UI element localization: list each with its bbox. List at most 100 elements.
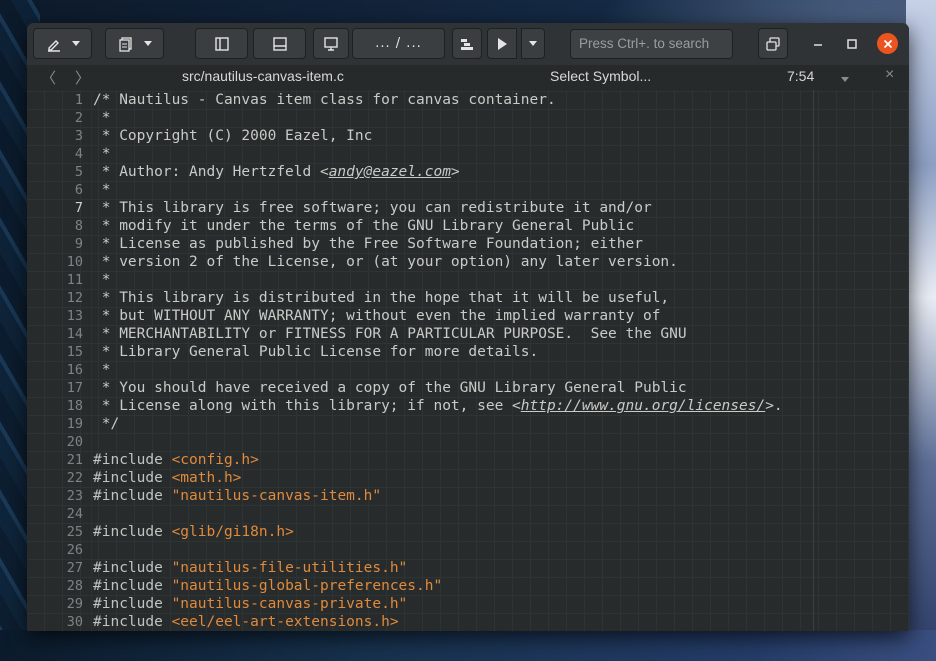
headerbar: ... / ... Press Ctrl+. to search xyxy=(27,23,909,66)
pencil-icon xyxy=(47,39,60,52)
line-number: 6 xyxy=(74,182,83,198)
code-link[interactable]: andy@eazel.com xyxy=(329,164,451,180)
line-number: 16 xyxy=(66,362,83,378)
line-number: 29 xyxy=(66,596,83,612)
code-token: */ xyxy=(93,416,120,432)
code-token: #include xyxy=(93,488,172,504)
chevron-down-icon xyxy=(143,41,152,46)
code-token: /* Nautilus - Canvas item class for canv… xyxy=(93,92,556,108)
toggle-bottom-panel-button[interactable] xyxy=(253,28,306,59)
code-text: * xyxy=(93,181,111,199)
chevron-down-icon xyxy=(841,77,849,82)
code-token: * This library is distributed in the hop… xyxy=(93,290,670,306)
line-number: 30 xyxy=(66,614,83,630)
code-link[interactable]: http://www.gnu.org/licenses/ xyxy=(521,398,765,414)
line-number: 8 xyxy=(74,218,83,234)
source-editor[interactable]: 1 /* Nautilus - Canvas item class for can… xyxy=(27,90,909,631)
line-number: 28 xyxy=(66,578,83,594)
code-token: >. xyxy=(765,398,783,414)
code-token: * xyxy=(93,272,111,288)
code-text: #include <config.h> xyxy=(93,451,259,469)
code-text: * This library is distributed in the hop… xyxy=(93,289,669,307)
code-token: * version 2 of the License, or (at your … xyxy=(93,254,678,270)
line-number: 22 xyxy=(66,470,83,486)
perspective-menu-button[interactable] xyxy=(33,28,92,59)
line-number: 5 xyxy=(74,164,83,180)
documents-menu-button[interactable] xyxy=(105,28,164,59)
code-token: <eel/eel-art-extensions.h> xyxy=(171,614,399,630)
line-number: 23 xyxy=(66,488,83,504)
code-token: #include xyxy=(93,614,172,630)
code-token: * This library is free software; you can… xyxy=(93,200,652,216)
code-token: #include xyxy=(93,560,172,576)
minimize-button[interactable] xyxy=(808,34,828,54)
line-number: 10 xyxy=(66,254,83,270)
line-number: 4 xyxy=(74,146,83,162)
code-token: * modify it under the terms of the GNU L… xyxy=(93,218,635,234)
wallpaper-right xyxy=(906,0,936,661)
cursor-position: 7:54 xyxy=(787,68,815,84)
left-panel-icon xyxy=(214,36,229,51)
code-token: <math.h> xyxy=(171,470,242,486)
line-number: 18 xyxy=(66,398,83,414)
line-number: 17 xyxy=(66,380,83,396)
code-token: #include xyxy=(93,452,172,468)
wallpaper-bottom xyxy=(0,630,936,661)
run-button[interactable] xyxy=(487,28,517,59)
maximize-button[interactable] xyxy=(842,34,862,54)
document-tabbar: 〈 〉 src/nautilus-canvas-item.c Select Sy… xyxy=(27,65,909,90)
line-number: 13 xyxy=(66,308,83,324)
line-number: 20 xyxy=(66,434,83,450)
code-text: * but WITHOUT ANY WARRANTY; without even… xyxy=(93,307,661,325)
code-token: * xyxy=(93,110,111,126)
breadcrumb-button[interactable]: ... / ... xyxy=(352,28,445,59)
code-token: "nautilus-canvas-private.h" xyxy=(171,596,408,612)
close-window-button[interactable] xyxy=(877,33,898,54)
toggle-left-panel-button[interactable] xyxy=(195,28,248,59)
build-button[interactable] xyxy=(452,28,482,59)
code-text: * MERCHANTABILITY or FITNESS FOR A PARTI… xyxy=(93,325,687,343)
line-number: 7 xyxy=(74,200,83,216)
code-text: * You should have received a copy of the… xyxy=(93,379,687,397)
device-button[interactable] xyxy=(313,28,349,59)
monitor-icon xyxy=(324,36,338,51)
line-number: 3 xyxy=(74,128,83,144)
code-text: * xyxy=(93,361,111,379)
line-number: 21 xyxy=(66,452,83,468)
code-text: #include <glib/gi18n.h> xyxy=(93,523,294,541)
code-token: * Copyright (C) 2000 Eazel, Inc xyxy=(93,128,373,144)
line-number: 1 xyxy=(74,92,83,108)
code-token: > xyxy=(450,164,460,180)
code-text: * License as published by the Free Softw… xyxy=(93,235,643,253)
code-token: * xyxy=(93,146,111,162)
window-switch-button[interactable] xyxy=(758,28,788,59)
minimize-icon xyxy=(814,44,822,46)
back-button[interactable]: 〈 xyxy=(41,67,56,88)
line-number: 24 xyxy=(66,506,83,522)
builder-window: ... / ... Press Ctrl+. to search 〈 〉 src… xyxy=(27,23,909,631)
forward-button[interactable]: 〉 xyxy=(75,67,90,88)
code-text: #include "nautilus-canvas-item.h" xyxy=(93,487,381,505)
symbol-selector[interactable]: Select Symbol... xyxy=(550,68,651,84)
chevron-down-icon xyxy=(529,41,537,46)
bottom-panel-icon xyxy=(272,36,287,51)
chevron-down-icon xyxy=(71,41,80,46)
code-text: #include "nautilus-canvas-private.h" xyxy=(93,595,407,613)
code-token: #include xyxy=(93,470,172,486)
code-text: * xyxy=(93,109,111,127)
line-number: 12 xyxy=(66,290,83,306)
build-icon xyxy=(461,38,473,50)
documents-icon xyxy=(118,36,132,52)
code-text: */ xyxy=(93,415,119,433)
code-token: * Library General Public License for mor… xyxy=(93,344,539,360)
close-document-button[interactable]: × xyxy=(885,66,894,84)
line-number: 25 xyxy=(66,524,83,540)
code-token: * Author: Andy Hertzfeld < xyxy=(93,164,329,180)
code-token: * MERCHANTABILITY or FITNESS FOR A PARTI… xyxy=(93,326,687,342)
document-title[interactable]: src/nautilus-canvas-item.c xyxy=(182,68,344,84)
line-number: 26 xyxy=(66,542,83,558)
run-options-button[interactable] xyxy=(521,28,545,59)
code-token: * xyxy=(93,182,111,198)
code-text: * This library is free software; you can… xyxy=(93,199,652,217)
search-input[interactable]: Press Ctrl+. to search xyxy=(570,29,733,59)
